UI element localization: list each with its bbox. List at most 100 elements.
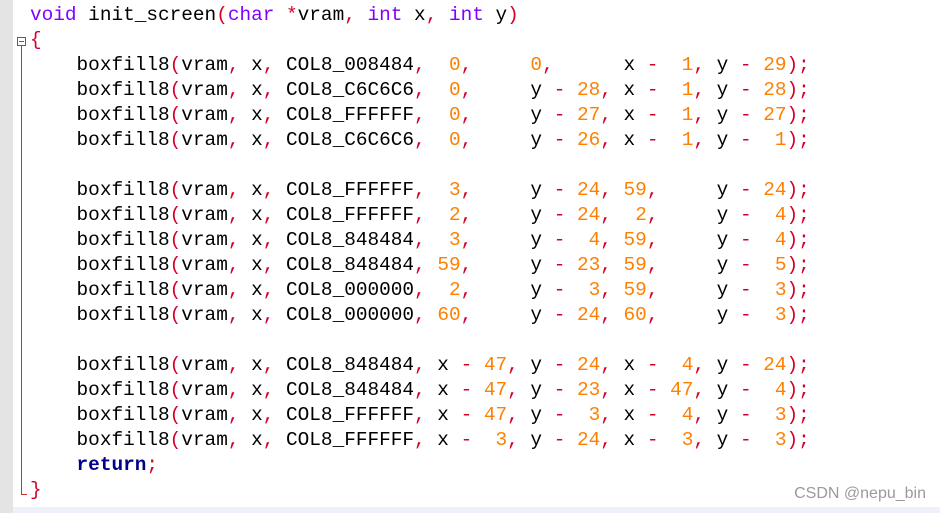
code-token: vram xyxy=(181,79,228,101)
operator-token: , xyxy=(460,54,473,76)
operator-token: , xyxy=(600,279,612,301)
operator-token: - xyxy=(553,429,566,451)
number-token: 4 xyxy=(774,204,787,226)
code-line[interactable]: boxfill8(vram, x, COL8_FFFFFF, x - 3, y … xyxy=(30,428,810,453)
code-line[interactable]: return; xyxy=(30,453,810,478)
code-token: y xyxy=(472,254,554,276)
operator-token: } xyxy=(30,479,42,501)
code-token: y xyxy=(705,104,740,126)
code-line[interactable]: boxfill8(vram, x, COL8_FFFFFF, x - 47, y… xyxy=(30,403,810,428)
code-line[interactable]: void init_screen(char *vram, int x, int … xyxy=(30,3,810,28)
code-token: boxfill8 xyxy=(30,429,170,451)
code-token: vram xyxy=(181,254,228,276)
number-token: 3 xyxy=(448,229,461,251)
code-token: x xyxy=(239,79,263,101)
code-line[interactable]: } xyxy=(30,478,810,503)
code-line[interactable]: boxfill8(vram, x, COL8_848484, 3, y - 4,… xyxy=(30,228,810,253)
operator-token: , xyxy=(227,254,240,276)
number-token: 1 xyxy=(774,129,787,151)
number-token: 0 xyxy=(530,54,543,76)
operator-token: , xyxy=(646,254,659,276)
code-token: vram xyxy=(181,104,228,126)
code-line[interactable] xyxy=(30,328,810,353)
code-line[interactable]: boxfill8(vram, x, COL8_FFFFFF, 3, y - 24… xyxy=(30,178,810,203)
number-token: 3 xyxy=(681,429,694,451)
code-line[interactable]: boxfill8(vram, x, COL8_848484, x - 47, y… xyxy=(30,378,810,403)
code-token: y xyxy=(658,204,740,226)
operator-token: , xyxy=(693,129,706,151)
editor-bottom-bar xyxy=(13,507,940,513)
operator-token: , xyxy=(646,279,659,301)
line-gutter xyxy=(0,0,13,513)
number-token: 26 xyxy=(576,129,601,151)
operator-token: - xyxy=(739,354,752,376)
code-line[interactable]: boxfill8(vram, x, COL8_848484, 59, y - 2… xyxy=(30,253,810,278)
number-token: 2 xyxy=(448,279,461,301)
code-token: COL8_C6C6C6 xyxy=(274,79,415,101)
operator-token: , xyxy=(262,429,275,451)
operator-token: , xyxy=(600,254,612,276)
code-token: x xyxy=(239,354,263,376)
code-token: vram xyxy=(181,179,228,201)
operator-token: , xyxy=(227,229,240,251)
operator-token: - xyxy=(553,129,566,151)
number-token: 3 xyxy=(774,304,787,326)
code-editor[interactable]: void init_screen(char *vram, int x, int … xyxy=(0,0,940,513)
operator-token: - xyxy=(646,104,659,126)
code-line[interactable] xyxy=(30,153,810,178)
code-token: x xyxy=(611,429,647,451)
fold-toggle-icon[interactable] xyxy=(17,37,26,46)
code-line[interactable]: { xyxy=(30,28,810,53)
operator-token: - xyxy=(460,404,473,426)
code-line[interactable]: boxfill8(vram, x, COL8_FFFFFF, 0, y - 27… xyxy=(30,103,810,128)
code-token: boxfill8 xyxy=(30,379,170,401)
code-token: x xyxy=(425,354,461,376)
code-line[interactable]: boxfill8(vram, x, COL8_000000, 60, y - 2… xyxy=(30,303,810,328)
code-token: y xyxy=(472,104,554,126)
code-token: boxfill8 xyxy=(30,354,170,376)
code-line[interactable]: boxfill8(vram, x, COL8_C6C6C6, 0, y - 26… xyxy=(30,128,810,153)
code-line[interactable]: boxfill8(vram, x, COL8_008484, 0, 0, x -… xyxy=(30,53,810,78)
number-token: 4 xyxy=(681,354,694,376)
code-token: boxfill8 xyxy=(30,79,170,101)
code-text[interactable]: void init_screen(char *vram, int x, int … xyxy=(30,3,810,503)
code-token: vram xyxy=(181,429,228,451)
number-token: 5 xyxy=(774,254,787,276)
operator-token: , xyxy=(227,129,240,151)
operator-token: ( xyxy=(169,354,182,376)
operator-token: - xyxy=(553,279,566,301)
code-token: boxfill8 xyxy=(30,54,170,76)
operator-token: , xyxy=(460,129,473,151)
number-token: 59 xyxy=(437,254,461,276)
operator-token: , xyxy=(262,254,275,276)
operator-token: , xyxy=(600,429,612,451)
code-token: vram xyxy=(181,54,228,76)
number-token: 2 xyxy=(635,204,647,226)
operator-token: , xyxy=(227,279,240,301)
code-token: x xyxy=(239,404,263,426)
code-line[interactable]: boxfill8(vram, x, COL8_FFFFFF, 2, y - 24… xyxy=(30,203,810,228)
code-token: y xyxy=(472,204,554,226)
operator-token: , xyxy=(693,379,706,401)
operator-token: , xyxy=(507,354,519,376)
operator-token: , xyxy=(414,129,426,151)
keyword-token: void xyxy=(30,4,77,26)
operator-token: , xyxy=(227,354,240,376)
code-line[interactable]: boxfill8(vram, x, COL8_000000, 2, y - 3,… xyxy=(30,278,810,303)
code-line[interactable]: boxfill8(vram, x, COL8_848484, x - 47, y… xyxy=(30,353,810,378)
code-line[interactable]: boxfill8(vram, x, COL8_C6C6C6, 0, y - 28… xyxy=(30,78,810,103)
